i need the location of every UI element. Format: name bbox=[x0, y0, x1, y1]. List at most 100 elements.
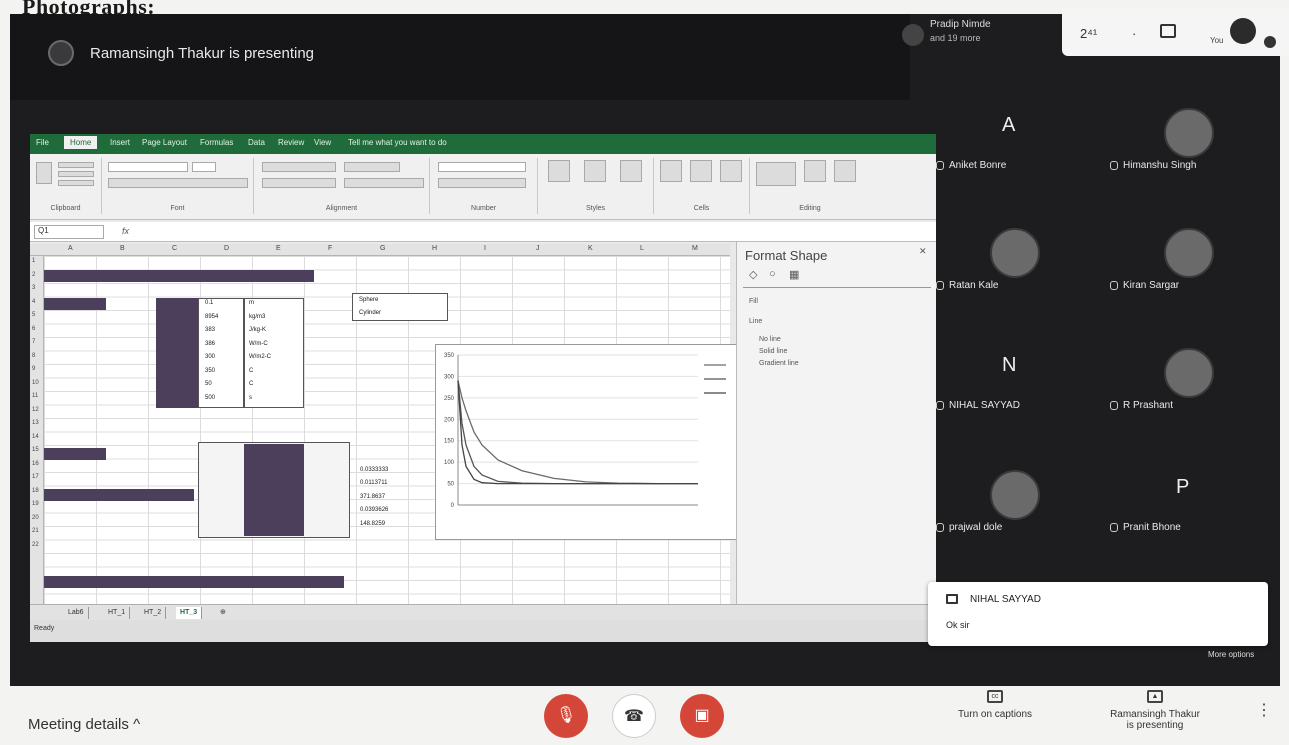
cell-styles-icon[interactable] bbox=[620, 160, 642, 182]
parameter-units[interactable]: m kg/m3 J/kg-K W/m-C W/m2-C C C s bbox=[244, 298, 304, 408]
no-line-radio[interactable]: No line bbox=[759, 336, 781, 343]
y-tick-label: 0 bbox=[451, 503, 455, 509]
participant-tile[interactable]: Kiran Sargar bbox=[1104, 194, 1274, 312]
input-label-cell[interactable] bbox=[44, 298, 106, 310]
add-sheet-icon[interactable]: ⊕ bbox=[216, 607, 230, 619]
ribbon-tab[interactable]: Data bbox=[248, 138, 265, 147]
autosum-icon[interactable] bbox=[756, 162, 796, 186]
name-box[interactable]: Q1 bbox=[34, 225, 104, 239]
paste-icon[interactable] bbox=[36, 162, 52, 184]
sheet-tab[interactable]: HT_1 bbox=[104, 607, 131, 619]
column-header[interactable]: G bbox=[380, 245, 385, 252]
more-icon[interactable] bbox=[1264, 36, 1276, 48]
ribbon-tab[interactable]: Review bbox=[278, 138, 304, 147]
results-values[interactable] bbox=[244, 444, 304, 536]
column-header[interactable]: F bbox=[328, 245, 332, 252]
column-header[interactable]: L bbox=[640, 245, 644, 252]
geometry-table[interactable]: Sphere Cylinder bbox=[352, 293, 448, 321]
end-call-button[interactable]: ☎ bbox=[612, 694, 656, 738]
participant-count[interactable]: 2⁴¹ bbox=[1080, 26, 1097, 41]
column-header[interactable]: A bbox=[68, 245, 73, 252]
column-header[interactable]: E bbox=[276, 245, 281, 252]
font-format-buttons[interactable] bbox=[108, 178, 248, 188]
column-header[interactable]: D bbox=[224, 245, 229, 252]
ribbon-tab[interactable]: Page Layout bbox=[142, 138, 187, 147]
self-avatar[interactable] bbox=[1230, 18, 1256, 44]
gradient-line-radio[interactable]: Gradient line bbox=[759, 360, 799, 367]
font-name-select[interactable] bbox=[108, 162, 188, 172]
column-header[interactable]: I bbox=[484, 245, 486, 252]
more-vert-icon[interactable]: ⋮ bbox=[1256, 700, 1272, 720]
merge-center-button[interactable] bbox=[344, 178, 424, 188]
ribbon-tab[interactable]: View bbox=[314, 138, 331, 147]
series-line bbox=[457, 380, 698, 485]
temperature-chart[interactable]: 0 50 100 150 200 250 300 350 bbox=[435, 344, 737, 540]
close-icon[interactable]: ✕ bbox=[919, 246, 927, 257]
captions-icon: cc bbox=[987, 690, 1003, 703]
wrap-text-button[interactable] bbox=[344, 162, 400, 172]
number-format-select[interactable] bbox=[438, 162, 526, 172]
camera-off-button[interactable]: ▣ bbox=[680, 694, 724, 738]
effects-icon[interactable]: ○ bbox=[769, 268, 776, 280]
raised-hand-indicator[interactable]: Pradip Nimde and 19 more bbox=[898, 16, 1058, 54]
copy-icon[interactable] bbox=[58, 171, 94, 177]
parameter-labels[interactable] bbox=[156, 298, 198, 408]
section-label-cell[interactable] bbox=[44, 448, 106, 460]
align-buttons[interactable] bbox=[262, 162, 336, 172]
column-header[interactable]: B bbox=[120, 245, 125, 252]
format-icon[interactable] bbox=[720, 160, 742, 182]
fx-icon[interactable]: fx bbox=[122, 226, 129, 236]
solid-line-radio[interactable]: Solid line bbox=[759, 348, 787, 355]
participant-name: Pranit Bhone bbox=[1123, 522, 1181, 533]
meeting-details-button[interactable]: Meeting details ^ bbox=[28, 716, 140, 733]
participant-tile[interactable]: A Aniket Bonre bbox=[930, 74, 1100, 192]
conditional-formatting-icon[interactable] bbox=[548, 160, 570, 182]
column-header[interactable]: H bbox=[432, 245, 437, 252]
sheet-tab[interactable]: HT_2 bbox=[140, 607, 167, 619]
more-options-link[interactable]: More options bbox=[1208, 650, 1254, 659]
delete-icon[interactable] bbox=[690, 160, 712, 182]
align-buttons-row2[interactable] bbox=[262, 178, 336, 188]
ribbon-tab-home[interactable]: Home bbox=[64, 136, 98, 149]
note-row[interactable] bbox=[44, 489, 194, 501]
format-as-table-icon[interactable] bbox=[584, 160, 606, 182]
captions-button[interactable]: cc Turn on captions bbox=[940, 690, 1050, 720]
tell-me-box[interactable]: Tell me what you want to do bbox=[348, 138, 447, 147]
format-painter-icon[interactable] bbox=[58, 180, 94, 186]
participant-tile[interactable]: Himanshu Singh bbox=[1104, 74, 1274, 192]
title-cell[interactable] bbox=[44, 270, 314, 282]
column-header[interactable]: M bbox=[692, 245, 698, 252]
sort-filter-icon[interactable] bbox=[804, 160, 826, 182]
presenting-button[interactable]: ▲ Ramansingh Thakur is presenting bbox=[1090, 690, 1220, 731]
column-header[interactable]: C bbox=[172, 245, 177, 252]
cell-unit: kg/m3 bbox=[249, 314, 266, 320]
column-header[interactable]: J bbox=[536, 245, 540, 252]
participant-tile[interactable]: Ratan Kale bbox=[930, 194, 1100, 312]
size-properties-icon[interactable]: ▦ bbox=[789, 268, 799, 281]
participant-tile[interactable]: prajwal dole bbox=[930, 436, 1100, 554]
chat-notification[interactable]: NIHAL SAYYAD Ok sir bbox=[928, 582, 1268, 646]
sheet-tab[interactable]: Lab6 bbox=[64, 607, 89, 619]
font-size-select[interactable] bbox=[192, 162, 216, 172]
footer-row[interactable] bbox=[44, 576, 344, 588]
sheet-tab-active[interactable]: HT_3 bbox=[176, 607, 203, 619]
participant-tile[interactable]: N NIHAL SAYYAD bbox=[930, 314, 1100, 432]
ribbon-tab[interactable]: Formulas bbox=[200, 138, 233, 147]
parameter-values[interactable]: 0.1 8954 383 386 300 350 50 500 bbox=[198, 298, 244, 408]
participant-tile[interactable]: R Prashant bbox=[1104, 314, 1274, 432]
cut-icon[interactable] bbox=[58, 162, 94, 168]
fill-line-icon[interactable]: ◇ bbox=[749, 268, 757, 281]
column-header[interactable]: K bbox=[588, 245, 593, 252]
y-tick-label: 100 bbox=[444, 460, 455, 466]
chat-message-icon bbox=[946, 594, 958, 604]
ribbon-tab[interactable]: Insert bbox=[110, 138, 130, 147]
ribbon-tab[interactable]: File bbox=[36, 138, 49, 147]
fill-option[interactable]: Fill bbox=[749, 298, 758, 305]
line-option[interactable]: Line bbox=[749, 318, 762, 325]
mic-off-button[interactable]: 🎙 bbox=[544, 694, 588, 738]
find-select-icon[interactable] bbox=[834, 160, 856, 182]
number-buttons[interactable] bbox=[438, 178, 526, 188]
chat-icon[interactable] bbox=[1160, 24, 1176, 38]
participant-tile[interactable]: P Pranit Bhone bbox=[1104, 436, 1274, 554]
insert-icon[interactable] bbox=[660, 160, 682, 182]
